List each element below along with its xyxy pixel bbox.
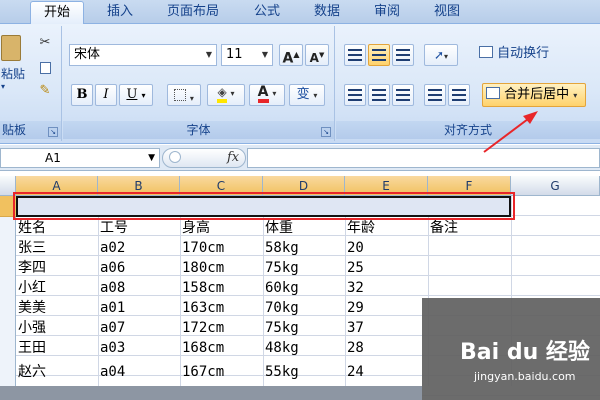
annotation-layer	[483, 111, 538, 153]
annotation-arrow	[483, 115, 533, 153]
